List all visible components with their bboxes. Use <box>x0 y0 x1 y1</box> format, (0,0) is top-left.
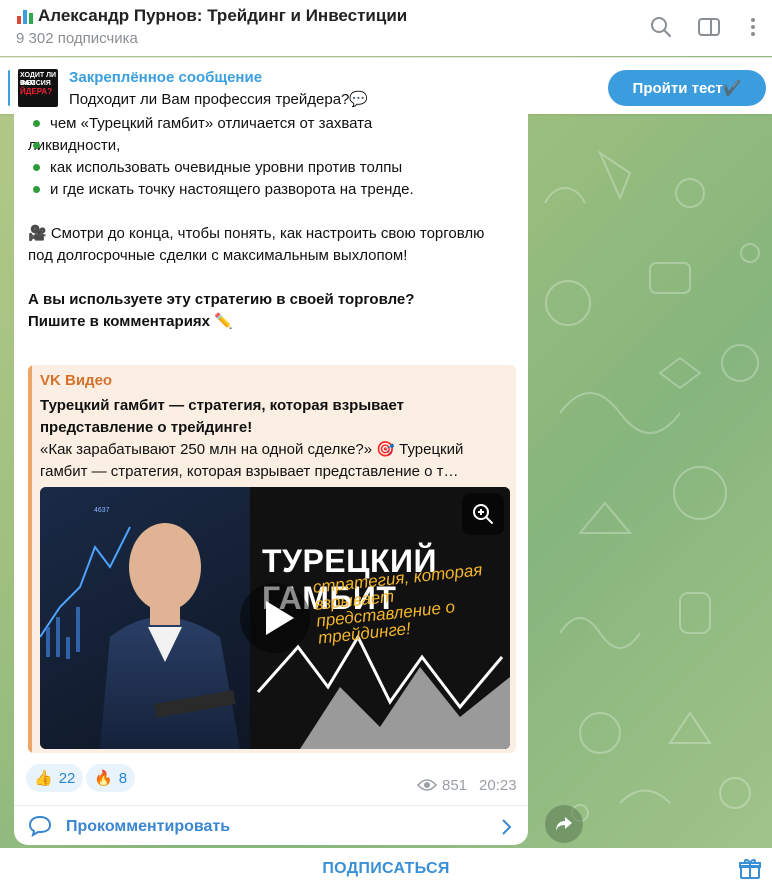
reaction-thumbs-up[interactable]: 👍 22 <box>26 764 84 792</box>
fire-icon: 🔥 <box>94 770 113 787</box>
video-thumbnail[interactable]: 4637 ТУРЕЦКИЙ ГАМБИТ стратегия, которая … <box>40 487 510 749</box>
post-text: чем «Турецкий гамбит» отличается от захв… <box>28 113 498 333</box>
preview-description: «Как зарабатывают 250 млн на одной сделк… <box>40 441 464 480</box>
reaction-count: 8 <box>118 769 128 787</box>
chart-tick-label: 4637 <box>94 507 110 514</box>
pinned-text: Подходит ли Вам профессия трейдера?💬 <box>69 91 369 108</box>
zoom-button[interactable] <box>462 493 504 535</box>
subscribe-button[interactable]: ПОДПИСАТЬСЯ <box>0 848 772 889</box>
pinned-label: Закреплённое сообщение <box>69 69 263 86</box>
preview-site-name: VK Видео <box>40 372 113 389</box>
thumb-text-3: ЙДЕРА? <box>20 87 53 96</box>
search-icon[interactable] <box>648 14 674 40</box>
play-icon[interactable] <box>240 583 310 653</box>
comment-bubble-icon <box>28 815 52 837</box>
chevron-right-icon <box>502 819 512 835</box>
link-preview[interactable]: VK Видео Турецкий гамбит — стратегия, ко… <box>28 365 516 753</box>
chart-icon <box>17 10 33 24</box>
share-arrow-icon <box>556 817 572 831</box>
list-item: чем «Турецкий гамбит» отличается от захв… <box>28 113 498 135</box>
views-eye-icon <box>417 779 437 791</box>
channel-post: чем «Турецкий гамбит» отличается от захв… <box>14 113 528 845</box>
view-count: 851 <box>442 777 468 794</box>
comments-button[interactable]: Прокомментировать <box>14 805 528 846</box>
post-time: 20:23 <box>479 777 517 794</box>
channel-title[interactable]: Александр Пурнов: Трейдинг и Инвестиции <box>38 6 407 26</box>
subscriber-count: 9 302 подписчика <box>16 30 138 47</box>
share-button[interactable] <box>545 805 583 843</box>
take-test-button[interactable]: Пройти тест✔️ <box>608 70 766 106</box>
preview-title: Турецкий гамбит — стратегия, которая взр… <box>40 397 405 436</box>
pinned-indicator <box>8 70 10 106</box>
reaction-fire[interactable]: 🔥 8 <box>86 764 136 792</box>
post-question: А вы используете эту стратегию в своей т… <box>28 291 415 308</box>
thumbs-up-icon: 👍 <box>34 770 53 787</box>
list-item: как использовать очевидные уровни против… <box>28 157 498 179</box>
list-item-continuation: ликвидности, <box>28 135 498 157</box>
channel-header: Александр Пурнов: Трейдинг и Инвестиции … <box>0 0 772 56</box>
reaction-count: 22 <box>58 769 76 787</box>
pinned-thumbnail: ХОДИТ ЛИ ВАМ ФЕССИЯ ЙДЕРА? <box>18 69 58 107</box>
post-call-to-action: Пишите в комментариях ✏️ <box>28 313 233 330</box>
zoom-in-icon <box>473 504 493 524</box>
gift-icon[interactable] <box>738 857 762 881</box>
bottom-bar: ПОДПИСАТЬСЯ <box>0 848 772 889</box>
list-item: и где искать точку настоящего разворота … <box>28 179 498 201</box>
more-menu-icon[interactable] <box>740 14 766 40</box>
sidebar-toggle-icon[interactable] <box>696 14 722 40</box>
post-paragraph: 🎥 Смотри до конца, чтобы понять, как нас… <box>28 225 485 264</box>
comments-label: Прокомментировать <box>66 818 231 835</box>
